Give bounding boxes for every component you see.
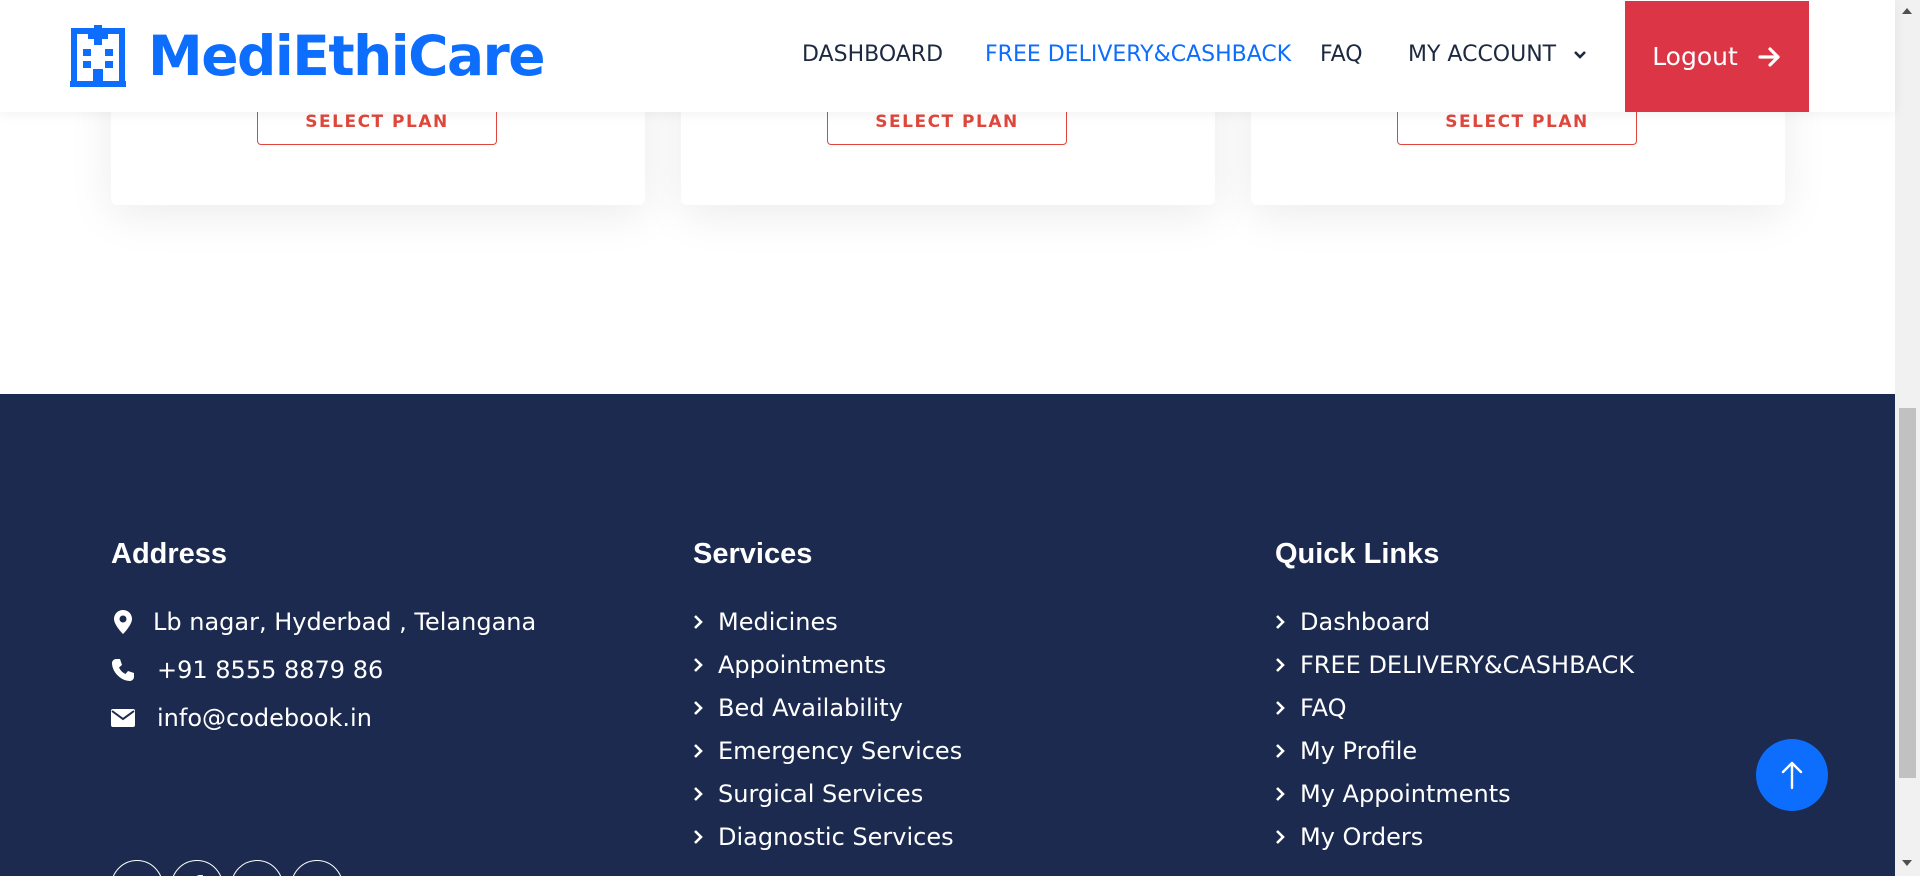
quick-links-heading: Quick Links	[1275, 538, 1440, 570]
address-location-text: Lb nagar, Hyderbad , Telangana	[153, 608, 537, 636]
logout-button[interactable]: Logout	[1625, 1, 1809, 112]
service-link-label: Emergency Services	[718, 737, 963, 765]
footer-quick-links-column: Quick Links Dashboard FREE DELIVERY&CASH…	[1275, 538, 1715, 868]
back-to-top-button[interactable]	[1756, 739, 1828, 811]
service-link-label: Medicines	[718, 608, 838, 636]
hospital-icon	[70, 25, 126, 87]
quick-link-label: FAQ	[1300, 694, 1347, 722]
phone-icon	[111, 658, 135, 682]
address-phone: +91 8555 8879 86	[111, 656, 383, 684]
service-link-surgical-services[interactable]: Surgical Services	[693, 780, 923, 808]
linkedin-link[interactable]	[291, 860, 343, 876]
chevron-right-icon	[1276, 701, 1285, 715]
quick-link-my-profile[interactable]: My Profile	[1275, 737, 1417, 765]
quick-link-free-delivery-cashback[interactable]: FREE DELIVERY&CASHBACK	[1275, 651, 1634, 679]
quick-link-label: My Profile	[1300, 737, 1418, 765]
quick-link-label: My Appointments	[1300, 780, 1511, 808]
logout-label: Logout	[1652, 42, 1738, 71]
nav-dashboard[interactable]: DASHBOARD	[802, 42, 943, 67]
footer-address-column: Address Lb nagar, Hyderbad , Telangana +…	[111, 538, 631, 876]
social-links	[111, 860, 351, 876]
twitter-link[interactable]	[111, 860, 163, 876]
chevron-right-icon	[1276, 787, 1285, 801]
chevron-right-icon	[1276, 658, 1285, 672]
nav-my-account[interactable]: MY ACCOUNT	[1408, 42, 1587, 67]
address-email-text: info@codebook.in	[157, 704, 372, 732]
quick-link-dashboard[interactable]: Dashboard	[1275, 608, 1430, 636]
service-link-label: Appointments	[718, 651, 887, 679]
service-link-label: Bed Availability	[718, 694, 903, 722]
scrollbar-thumb[interactable]	[1899, 408, 1916, 778]
services-heading: Services	[693, 538, 813, 570]
brand-name: MediEthiCare	[148, 24, 546, 88]
quick-link-faq[interactable]: FAQ	[1275, 694, 1347, 722]
chevron-right-icon	[694, 658, 703, 672]
service-link-label: Surgical Services	[718, 780, 924, 808]
envelope-icon	[111, 709, 135, 727]
page-scrollbar[interactable]	[1895, 0, 1920, 876]
scroll-up-arrow-icon[interactable]	[1902, 8, 1912, 14]
quick-link-my-orders[interactable]: My Orders	[1275, 823, 1423, 851]
chevron-right-icon	[694, 830, 703, 844]
chevron-right-icon	[694, 615, 703, 629]
quick-link-label: FREE DELIVERY&CASHBACK	[1300, 651, 1635, 679]
arrow-up-icon	[1781, 761, 1803, 790]
quick-link-my-appointments[interactable]: My Appointments	[1275, 780, 1511, 808]
site-footer: Address Lb nagar, Hyderbad , Telangana +…	[0, 394, 1895, 876]
service-link-medicines[interactable]: Medicines	[693, 608, 838, 636]
chevron-down-icon	[1574, 51, 1587, 59]
brand-logo[interactable]: MediEthiCare	[70, 24, 546, 88]
chevron-right-icon	[1276, 830, 1285, 844]
service-link-appointments[interactable]: Appointments	[693, 651, 886, 679]
chevron-right-icon	[694, 701, 703, 715]
scroll-down-arrow-icon[interactable]	[1902, 860, 1912, 866]
address-email: info@codebook.in	[111, 704, 372, 732]
chevron-right-icon	[1276, 744, 1285, 758]
nav-free-delivery-cashback[interactable]: FREE DELIVERY&CASHBACK	[985, 42, 1291, 67]
footer-services-column: Services Medicines Appointments Bed Avai…	[693, 538, 1133, 868]
arrow-right-icon	[1758, 46, 1780, 67]
service-link-bed-availability[interactable]: Bed Availability	[693, 694, 903, 722]
youtube-link[interactable]	[231, 860, 283, 876]
address-heading: Address	[111, 538, 228, 570]
service-link-diagnostic-services[interactable]: Diagnostic Services	[693, 823, 954, 851]
map-marker-icon	[111, 610, 135, 634]
facebook-link[interactable]	[171, 860, 223, 876]
quick-link-label: My Orders	[1300, 823, 1424, 851]
address-phone-text: +91 8555 8879 86	[157, 656, 384, 684]
chevron-right-icon	[694, 744, 703, 758]
nav-my-account-label: MY ACCOUNT	[1408, 42, 1557, 67]
chevron-right-icon	[694, 787, 703, 801]
address-location: Lb nagar, Hyderbad , Telangana	[111, 608, 536, 636]
chevron-right-icon	[1276, 615, 1285, 629]
quick-link-label: Dashboard	[1300, 608, 1431, 636]
service-link-emergency-services[interactable]: Emergency Services	[693, 737, 962, 765]
nav-faq[interactable]: FAQ	[1320, 42, 1363, 67]
service-link-label: Diagnostic Services	[718, 823, 954, 851]
site-header: MediEthiCare DASHBOARD FREE DELIVERY&CAS…	[0, 0, 1895, 112]
